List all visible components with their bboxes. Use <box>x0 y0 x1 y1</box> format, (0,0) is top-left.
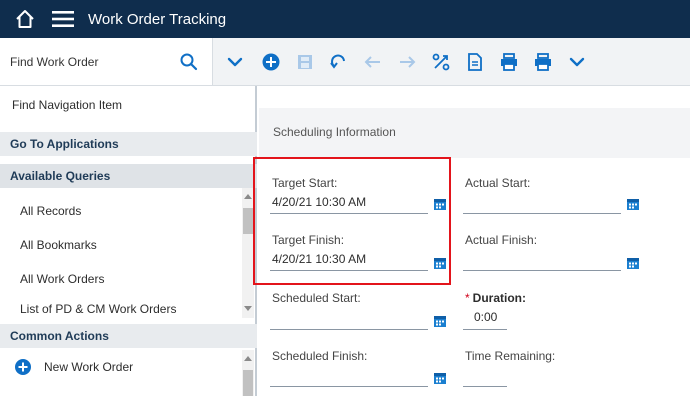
add-icon[interactable] <box>260 51 282 73</box>
toolbar <box>0 38 690 86</box>
target-finish-label: Target Finish: <box>272 233 345 247</box>
chevron-down-icon[interactable] <box>224 51 246 73</box>
scheduled-finish-underline <box>270 386 428 387</box>
more-chevron-icon[interactable] <box>566 51 588 73</box>
find-work-order <box>0 38 213 85</box>
action-new-work-order[interactable]: New Work Order <box>0 350 242 384</box>
toolbar-icons <box>260 38 600 85</box>
find-navigation-item[interactable]: Find Navigation Item <box>0 88 257 122</box>
scroll-up-icon[interactable] <box>244 194 252 199</box>
calendar-icon[interactable] <box>626 197 640 211</box>
actual-finish-label: Actual Finish: <box>465 233 538 247</box>
app-header: Work Order Tracking <box>0 0 690 38</box>
duration-label: * Duration: <box>465 291 526 305</box>
sidebar: Find Navigation Item Go To Applications … <box>0 86 257 396</box>
actual-finish-underline <box>463 270 621 271</box>
next-icon[interactable] <box>396 51 418 73</box>
actions-scrollbar[interactable] <box>242 350 254 396</box>
scheduled-start-underline <box>270 329 428 330</box>
query-all-bookmarks[interactable]: All Bookmarks <box>0 228 242 262</box>
previous-icon[interactable] <box>362 51 384 73</box>
section-title: Scheduling Information <box>273 125 396 139</box>
scheduled-start-label: Scheduled Start: <box>272 291 361 305</box>
menu-icon[interactable] <box>50 8 76 30</box>
scroll-thumb[interactable] <box>243 370 253 396</box>
app-title: Work Order Tracking <box>88 10 227 28</box>
query-list-pd-cm[interactable]: List of PD & CM Work Orders <box>0 296 242 316</box>
search-icon[interactable] <box>178 51 200 73</box>
print-icon[interactable] <box>498 51 520 73</box>
undo-icon[interactable] <box>328 51 350 73</box>
duration-underline <box>463 329 507 330</box>
calendar-icon[interactable] <box>626 256 640 270</box>
scroll-up-icon[interactable] <box>244 356 252 361</box>
available-queries-header: Available Queries <box>0 164 257 188</box>
target-finish-field[interactable]: 4/20/21 10:30 AM <box>272 252 366 266</box>
scroll-thumb[interactable] <box>243 208 253 234</box>
time-remaining-label: Time Remaining: <box>465 349 556 363</box>
duration-field[interactable]: 0:00 <box>474 310 497 324</box>
action-label: New Work Order <box>44 360 134 374</box>
target-start-underline <box>270 213 428 214</box>
common-actions-header: Common Actions <box>0 324 257 348</box>
find-work-order-input[interactable] <box>0 38 168 85</box>
target-start-label: Target Start: <box>272 176 338 190</box>
actual-start-underline <box>463 213 621 214</box>
print-alt-icon[interactable] <box>532 51 554 73</box>
go-to-applications[interactable]: Go To Applications <box>0 132 257 156</box>
query-all-work-orders[interactable]: All Work Orders <box>0 262 242 296</box>
scroll-down-icon[interactable] <box>244 306 252 311</box>
query-all-records[interactable]: All Records <box>0 194 242 228</box>
main-content: Scheduling Information Target Start: 4/2… <box>259 86 690 396</box>
time-remaining-underline <box>463 386 507 387</box>
required-asterisk: * <box>465 291 470 305</box>
add-circle-icon <box>14 358 32 376</box>
calendar-icon[interactable] <box>433 371 447 385</box>
scheduled-finish-label: Scheduled Finish: <box>272 349 368 363</box>
workflow-icon[interactable] <box>430 51 452 73</box>
save-icon[interactable] <box>294 51 316 73</box>
home-icon[interactable] <box>14 8 36 30</box>
target-start-field[interactable]: 4/20/21 10:30 AM <box>272 195 366 209</box>
document-icon[interactable] <box>464 51 486 73</box>
calendar-icon[interactable] <box>433 314 447 328</box>
calendar-icon[interactable] <box>433 197 447 211</box>
calendar-icon[interactable] <box>433 256 447 270</box>
actual-start-label: Actual Start: <box>465 176 531 190</box>
duration-label-text: Duration: <box>472 291 526 305</box>
target-finish-underline <box>270 270 428 271</box>
queries-scrollbar[interactable] <box>242 188 254 318</box>
